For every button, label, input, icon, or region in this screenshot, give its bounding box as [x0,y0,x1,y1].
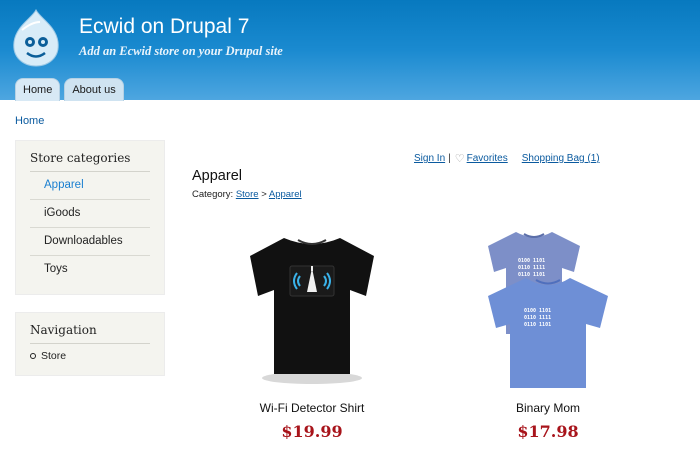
tab-home[interactable]: Home [15,78,61,101]
category-item-apparel[interactable]: Apparel [30,172,150,200]
nav-item-label: Store [41,350,67,362]
svg-text:0110 1111: 0110 1111 [524,315,551,321]
store-categories-block: Store categories Apparel iGoods Download… [15,140,165,295]
site-name[interactable]: Ecwid on Drupal 7 [79,15,249,39]
bullet-icon [30,353,36,359]
category-prefix: Category: [192,189,234,200]
path-apparel-link[interactable]: Apparel [269,189,302,200]
drupal-logo-icon[interactable] [10,8,62,68]
store-categories-title: Store categories [30,151,150,172]
sign-in-link[interactable]: Sign In [414,153,445,164]
product-price: $19.99 [281,422,343,441]
product-name[interactable]: Binary Mom [458,401,638,415]
category-title: Apparel [192,168,242,184]
tab-about-us[interactable]: About us [64,78,124,101]
svg-text:0110 1111: 0110 1111 [518,265,545,271]
navigation-block: Navigation Store [15,312,165,376]
navigation-list: Store [30,350,150,362]
svg-text:0110 1101: 0110 1101 [524,322,551,328]
site-slogan: Add an Ecwid store on your Drupal site [79,44,283,58]
site-header: Ecwid on Drupal 7 Add an Ecwid store on … [0,0,700,101]
svg-text:0100 1101: 0100 1101 [518,258,545,264]
svg-text:0110 1101: 0110 1101 [518,272,545,278]
favorites-link[interactable]: Favorites [467,153,508,164]
path-store-link[interactable]: Store [236,189,259,200]
shopping-bag-link[interactable]: Shopping Bag (1) [522,153,600,164]
primary-tabs: Home About us [15,78,128,101]
category-item-downloadables[interactable]: Downloadables [30,228,150,256]
category-list: Apparel iGoods Downloadables Toys [30,172,150,283]
breadcrumb-home-link[interactable]: Home [15,115,44,127]
nav-item-store[interactable]: Store [30,350,150,362]
product-price: $17.98 [517,422,579,441]
category-item-igoods[interactable]: iGoods [30,200,150,228]
navigation-title: Navigation [30,323,150,344]
black-tshirt-image[interactable] [222,230,402,390]
category-item-toys[interactable]: Toys [30,256,150,283]
svg-text:0100 1101: 0100 1101 [524,308,551,314]
store-account-bar: Sign In | ♡ Favorites Shopping Bag (1) [414,152,600,165]
blue-tshirts-image[interactable]: 0100 1101 0110 1111 0110 1101 0100 1101 … [458,230,638,390]
product-name[interactable]: Wi-Fi Detector Shirt [222,401,402,415]
heart-icon: ♡ [454,153,465,165]
category-path: Category: Store > Apparel [192,189,302,200]
path-separator: > [261,189,267,200]
separator: | [448,153,451,164]
